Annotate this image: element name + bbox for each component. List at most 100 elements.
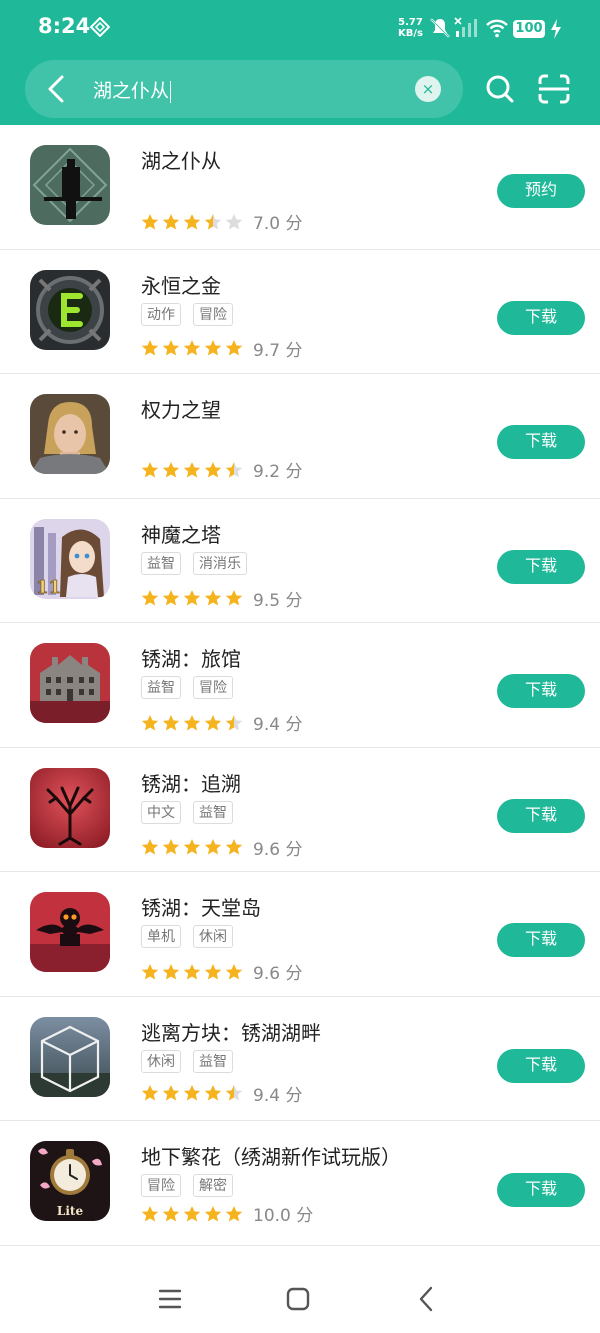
app-tags: 休闲 益智	[141, 1049, 233, 1073]
charging-icon	[551, 19, 561, 39]
tag: 消消乐	[193, 551, 247, 575]
list-item[interactable]: 锈湖：天堂岛 单机 休闲 9.6 分 下载	[0, 872, 600, 997]
star-full-icon	[162, 1205, 180, 1221]
list-item[interactable]: 永恒之金 动作 冒险 9.7 分 下载	[0, 250, 600, 374]
status-time: 8:24	[38, 14, 91, 38]
rating-stars	[141, 213, 243, 231]
star-full-icon	[204, 1205, 222, 1221]
app-rating: 9.5 分	[141, 586, 302, 611]
rating-stars	[141, 1205, 243, 1223]
eternal-gold-icon	[30, 269, 110, 350]
rating-score: 9.7 分	[253, 340, 303, 361]
lite-badge: Lite	[57, 1204, 84, 1218]
download-button[interactable]: 下载	[497, 1173, 585, 1207]
download-button[interactable]: 下载	[497, 674, 585, 708]
star-half-icon	[225, 461, 243, 477]
star-full-icon	[183, 1085, 201, 1101]
star-full-icon	[225, 839, 243, 855]
tag: 益智	[193, 800, 233, 824]
download-button[interactable]: 下载	[497, 300, 585, 335]
tag: 益智	[193, 1049, 233, 1073]
search-query: 湖之仆从	[93, 80, 170, 102]
star-full-icon	[162, 213, 180, 229]
download-button[interactable]: 下载	[497, 923, 585, 957]
tag: 解密	[193, 1174, 233, 1197]
list-item[interactable]: 逃离方块：锈湖湖畔 休闲 益智 9.4 分 下载	[0, 997, 600, 1121]
app-tags: 单机 休闲	[141, 925, 233, 948]
status-app-icon	[90, 17, 110, 37]
app-tags: 冒险 解密	[141, 1174, 233, 1197]
star-full-icon	[204, 963, 222, 979]
download-button[interactable]: 下载	[497, 798, 585, 833]
star-full-icon	[183, 714, 201, 730]
search-bar[interactable]	[25, 60, 463, 118]
rating-score: 9.4 分	[253, 1085, 303, 1106]
app-rating: 9.6 分	[141, 835, 302, 860]
star-full-icon	[183, 839, 201, 855]
list-item[interactable]: Lite 地下繁花（绣湖新作试玩版） 冒险 解密 10.0 分 下载	[0, 1121, 600, 1246]
rusty-lake-paradise-icon	[30, 892, 110, 972]
list-item[interactable]: 锈湖：追溯 中文 益智 9.6 分 下载	[0, 748, 600, 872]
rating-score: 9.4 分	[253, 715, 303, 735]
star-half-icon	[225, 714, 243, 730]
clear-search-icon[interactable]: ×	[415, 76, 441, 102]
star-full-icon	[183, 340, 201, 356]
app-tags: 中文 益智	[141, 800, 233, 824]
cube-escape-lake-icon	[30, 1016, 110, 1097]
servant-lake-icon	[30, 145, 110, 225]
search-icon[interactable]	[485, 74, 515, 104]
tag: 益智	[141, 676, 181, 699]
star-half-icon	[204, 213, 222, 229]
tower-of-saviors-icon: 11	[30, 518, 110, 599]
list-item[interactable]: 锈湖：旅馆 益智 冒险 9.4 分 下载	[0, 623, 600, 748]
home-icon[interactable]	[285, 1286, 311, 1312]
recent-apps-icon[interactable]	[158, 1287, 182, 1311]
rating-score: 9.6 分	[253, 839, 303, 860]
star-full-icon	[204, 714, 222, 730]
download-button[interactable]: 下载	[497, 1048, 585, 1083]
list-item[interactable]: 11 神魔之塔 益智 消消乐 9.5 分 下载	[0, 499, 600, 623]
app-name: 锈湖：旅馆	[141, 647, 241, 671]
star-full-icon	[204, 461, 222, 477]
star-full-icon	[162, 714, 180, 730]
tag: 冒险	[193, 302, 233, 326]
tag: 休闲	[193, 925, 233, 948]
app-name: 逃离方块：锈湖湖畔	[141, 1020, 321, 1045]
system-nav-bar	[0, 1270, 600, 1333]
back-icon[interactable]	[416, 1285, 436, 1313]
network-speed-unit: KB/s	[398, 28, 423, 39]
app-name: 湖之仆从	[141, 149, 221, 173]
star-full-icon	[225, 963, 243, 979]
rating-stars	[141, 589, 243, 607]
reserve-button[interactable]: 预约	[497, 174, 585, 208]
star-full-icon	[204, 1085, 222, 1101]
underground-blossom-lite-icon: Lite	[30, 1141, 110, 1221]
star-full-icon	[141, 461, 159, 477]
tag: 单机	[141, 925, 181, 948]
star-full-icon	[141, 839, 159, 855]
battery-indicator: 100	[513, 20, 545, 38]
list-item[interactable]: 湖之仆从 7.0 分 预约	[0, 125, 600, 250]
list-item[interactable]: 权力之望 9.2 分 下载	[0, 374, 600, 499]
rating-score: 9.6 分	[253, 964, 303, 984]
star-full-icon	[183, 461, 201, 477]
star-full-icon	[141, 963, 159, 979]
search-input[interactable]: 湖之仆从	[93, 76, 172, 103]
rating-score: 9.5 分	[253, 590, 303, 611]
app-tags: 益智 消消乐	[141, 551, 247, 575]
app-name: 锈湖：追溯	[141, 771, 241, 796]
rating-score: 9.2 分	[253, 462, 303, 482]
download-button[interactable]: 下载	[497, 549, 585, 584]
app-name: 地下繁花（绣湖新作试玩版）	[141, 1145, 401, 1169]
rating-stars	[141, 461, 243, 479]
star-full-icon	[141, 1205, 159, 1221]
tag: 冒险	[141, 1174, 181, 1197]
back-arrow-icon[interactable]	[42, 72, 72, 106]
download-button[interactable]: 下载	[497, 425, 585, 459]
app-header: 8:24 5.77 KB/s 100 湖之仆从 ×	[0, 0, 600, 125]
signal-icon	[454, 17, 477, 37]
app-rating: 9.7 分	[141, 336, 302, 361]
app-tags: 益智 冒险	[141, 676, 233, 699]
scan-icon[interactable]	[538, 74, 570, 104]
star-full-icon	[162, 461, 180, 477]
